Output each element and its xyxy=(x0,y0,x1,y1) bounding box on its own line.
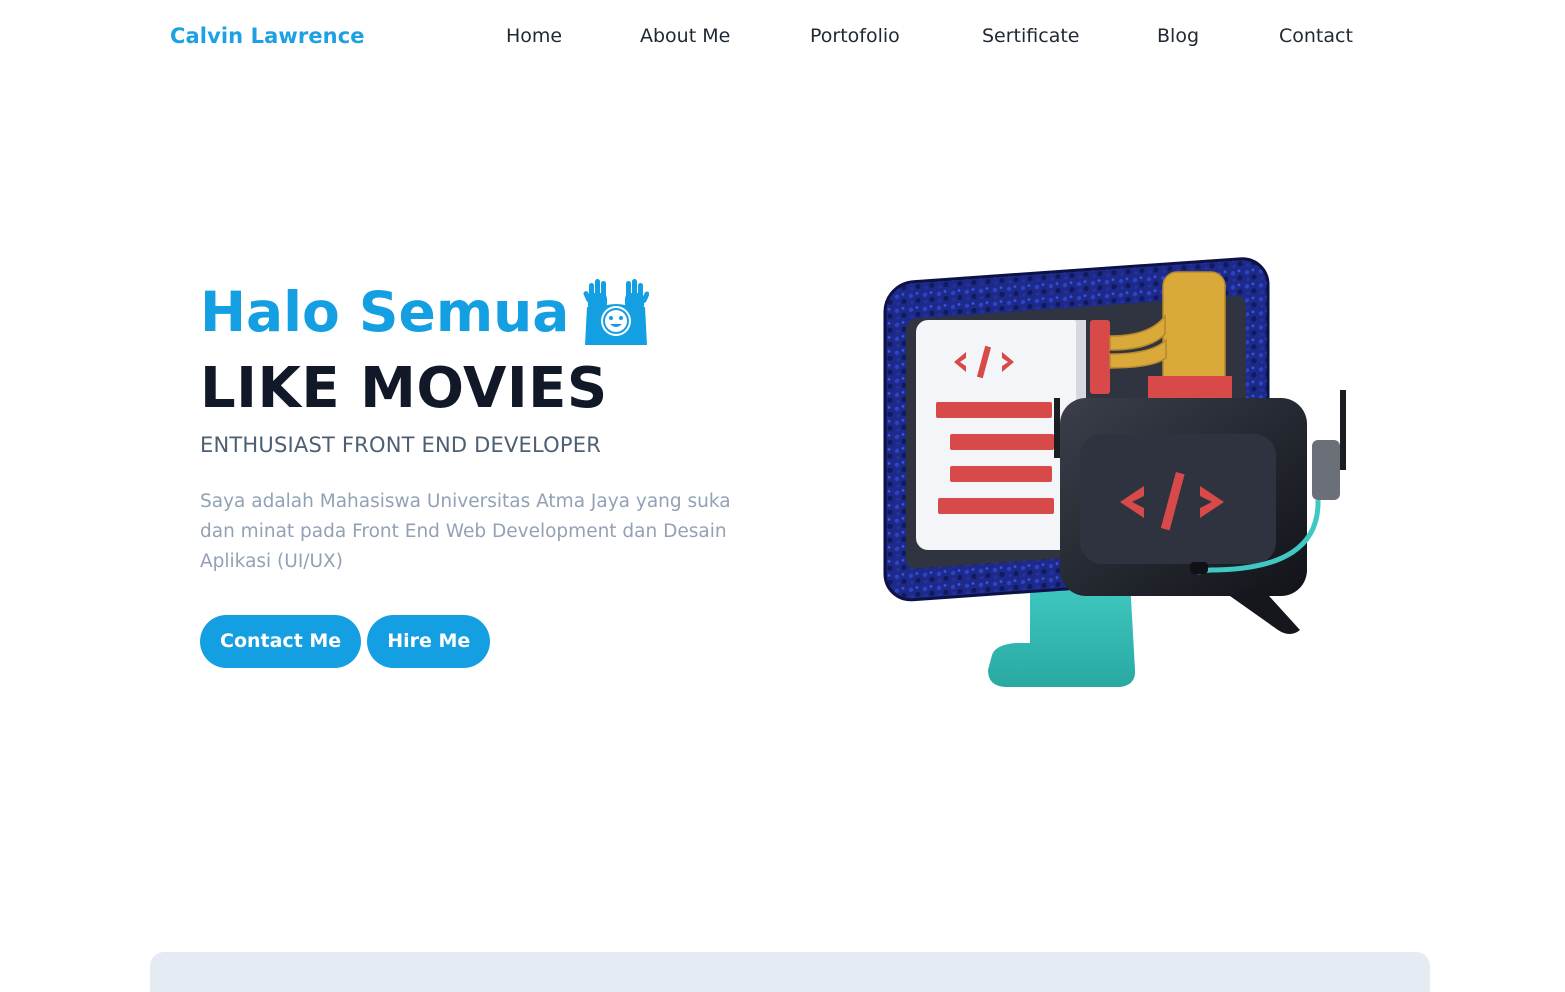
hero-section: Halo Semua LIKE MOVIES ENTHUSIAST FRONT … xyxy=(200,270,800,668)
nav-link-sertificate[interactable]: Sertificate xyxy=(982,25,1080,47)
nav-link-portofolio[interactable]: Portofolio xyxy=(810,25,900,47)
hero-subtitle: ENTHUSIAST FRONT END DEVELOPER xyxy=(200,432,602,457)
hero-greeting-text: Halo Semua xyxy=(200,279,570,344)
brand-logo-link[interactable]: Calvin Lawrence xyxy=(170,24,365,48)
hero-description: Saya adalah Mahasiswa Universitas Atma J… xyxy=(200,490,731,572)
next-section-preview xyxy=(150,952,1430,992)
contact-me-button[interactable]: Contact Me xyxy=(200,614,362,668)
hero-buttons: Contact Me Hire Me xyxy=(200,614,800,668)
coding-monitor-illustration xyxy=(880,250,1360,695)
hero-role-title: LIKE MOVIES xyxy=(200,356,608,421)
hire-me-button[interactable]: Hire Me xyxy=(367,614,491,668)
nav-link-contact[interactable]: Contact xyxy=(1279,25,1353,47)
nav-link-home[interactable]: Home xyxy=(506,25,562,47)
raised-hands-face-icon xyxy=(583,277,650,347)
nav-link-blog[interactable]: Blog xyxy=(1157,25,1199,47)
hero-greeting: Halo Semua xyxy=(200,270,800,354)
nav-link-about-me[interactable]: About Me xyxy=(640,25,730,47)
navbar: Calvin Lawrence Home About Me Portofolio… xyxy=(0,0,1565,78)
